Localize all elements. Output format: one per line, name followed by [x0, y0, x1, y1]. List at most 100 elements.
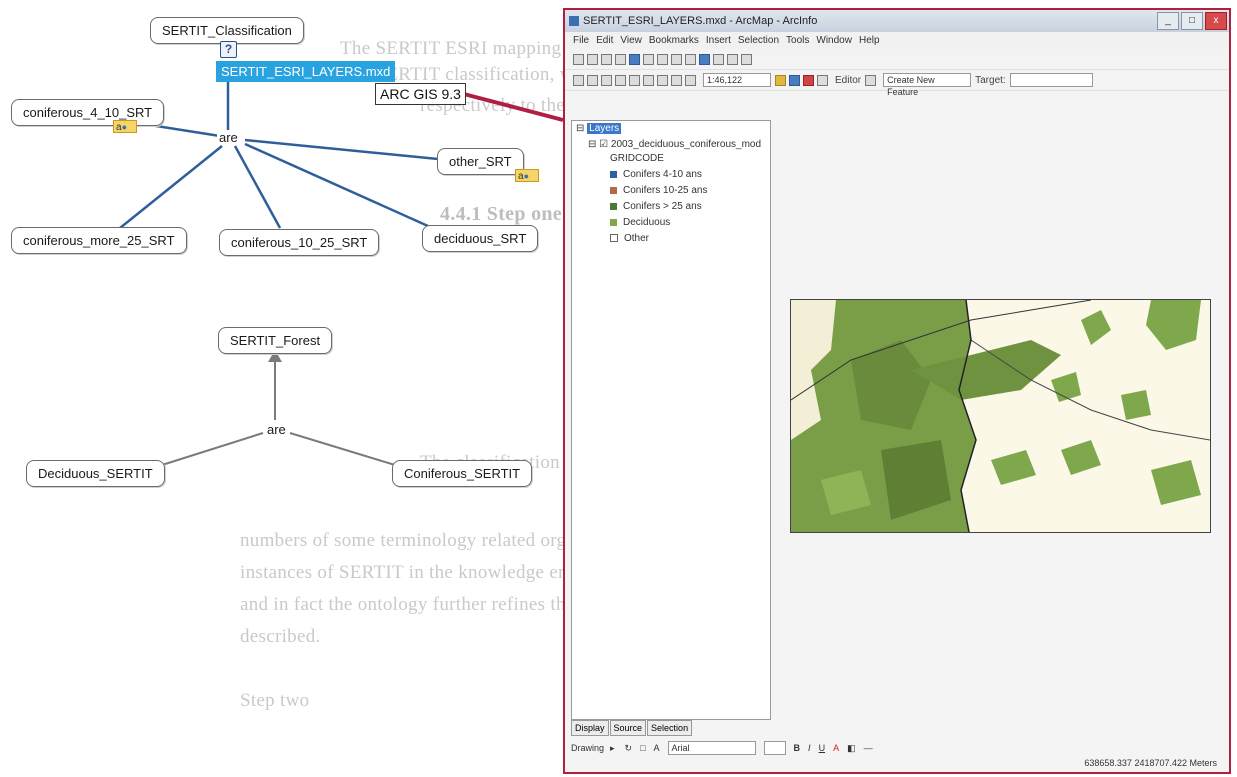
toc-layers-label[interactable]: Layers: [587, 123, 622, 134]
menu-bar: File Edit View Bookmarks Insert Selectio…: [565, 32, 1229, 49]
menu-help[interactable]: Help: [859, 35, 880, 46]
add-data-icon[interactable]: [685, 74, 696, 86]
underline-icon[interactable]: U: [819, 743, 826, 753]
land-cover-map: [791, 300, 1210, 532]
legend-item[interactable]: Deciduous: [610, 217, 670, 228]
find-icon[interactable]: [713, 53, 724, 65]
target-label: Target:: [975, 74, 1006, 86]
node-other[interactable]: other_SRT: [437, 148, 524, 175]
maximize-button[interactable]: □: [1181, 12, 1203, 30]
link-label-are: are: [217, 130, 240, 145]
legend-item[interactable]: Other: [610, 233, 649, 244]
menu-tools[interactable]: Tools: [786, 35, 809, 46]
zoom-out-icon[interactable]: [587, 53, 598, 65]
zoom-in-icon[interactable]: [573, 53, 584, 65]
new-icon[interactable]: [573, 74, 584, 86]
legend-swatch: [610, 202, 617, 210]
italic-icon[interactable]: I: [808, 743, 811, 753]
toc-root[interactable]: ⊟ Layers: [576, 123, 622, 134]
resource-icon[interactable]: a●: [515, 169, 539, 182]
globe-icon[interactable]: [629, 53, 640, 65]
hyperlink-icon[interactable]: [741, 53, 752, 65]
app-icon: [569, 16, 579, 26]
help-icon[interactable]: ?: [220, 41, 237, 58]
legend-label: Conifers > 25 ans: [623, 201, 702, 212]
menu-bookmarks[interactable]: Bookmarks: [649, 35, 699, 46]
font-size-combo[interactable]: [763, 741, 786, 755]
select-features-icon[interactable]: [671, 53, 682, 65]
legend-label: Conifers 4-10 ans: [623, 169, 702, 180]
forest-node[interactable]: SERTIT_Forest: [218, 327, 333, 354]
resource-icon[interactable]: a●: [113, 120, 137, 133]
menu-window[interactable]: Window: [816, 35, 852, 46]
sketch-tool-icon[interactable]: [865, 74, 877, 86]
editor-menu[interactable]: Editor: [835, 75, 861, 86]
legend-item[interactable]: Conifers 4-10 ans: [610, 169, 702, 180]
menu-view[interactable]: View: [620, 35, 642, 46]
target-combo[interactable]: [1009, 73, 1093, 87]
menu-insert[interactable]: Insert: [706, 35, 731, 46]
legend-label: Deciduous: [623, 217, 671, 228]
fill-color-icon[interactable]: ◧: [847, 743, 856, 754]
drawing-menu[interactable]: Drawing: [571, 743, 604, 753]
tab-display[interactable]: Display: [571, 720, 609, 736]
arctoolbox-icon[interactable]: [789, 74, 800, 86]
minimize-button[interactable]: _: [1157, 12, 1179, 30]
legend-item[interactable]: Conifers > 25 ans: [610, 201, 702, 212]
rotate-icon[interactable]: ↻: [625, 743, 633, 754]
tab-selection[interactable]: Selection: [647, 720, 693, 736]
bold-icon[interactable]: B: [794, 743, 801, 753]
map-display[interactable]: [790, 299, 1211, 533]
classification-node[interactable]: SERTIT_Classification: [150, 17, 304, 44]
rectangle-icon[interactable]: □: [640, 743, 645, 753]
node-coniferous-sertit[interactable]: Coniferous_SERTIT: [392, 460, 533, 487]
measure-icon[interactable]: [727, 53, 738, 65]
node-deciduous[interactable]: deciduous_SRT: [422, 225, 539, 252]
window-title: SERTIT_ESRI_LAYERS.mxd - ArcMap - ArcInf…: [583, 15, 818, 27]
node-coniferous-more-25[interactable]: coniferous_more_25_SRT: [11, 227, 187, 254]
tools-toolbar: [565, 49, 1229, 70]
close-button[interactable]: x: [1205, 12, 1227, 30]
menu-edit[interactable]: Edit: [596, 35, 613, 46]
menu-file[interactable]: File: [573, 35, 589, 46]
selected-resource-label[interactable]: SERTIT_ESRI_LAYERS.mxd: [216, 61, 396, 82]
legend-swatch: [610, 186, 617, 194]
font-color-icon[interactable]: A: [833, 743, 839, 753]
menu-selection[interactable]: Selection: [738, 35, 779, 46]
node-coniferous-4-10[interactable]: coniferous_4_10_SRT: [11, 99, 165, 126]
forward-icon[interactable]: [657, 53, 668, 65]
identify-icon[interactable]: [699, 53, 710, 65]
node-coniferous-10-25[interactable]: coniferous_10_25_SRT: [219, 229, 380, 256]
editor-toolbar-icon[interactable]: [775, 74, 786, 86]
legend-label: Conifers 10-25 ans: [623, 185, 708, 196]
delete-icon[interactable]: [671, 74, 682, 86]
legend-swatch: [610, 218, 617, 226]
text-icon[interactable]: A: [654, 743, 660, 753]
select-elements-icon[interactable]: ▸: [610, 743, 615, 754]
print-icon[interactable]: [615, 74, 626, 86]
toc-field-name: GRIDCODE: [610, 153, 664, 164]
cut-icon[interactable]: [629, 74, 640, 86]
pan-icon[interactable]: [615, 53, 626, 65]
map-scale-combo[interactable]: 1:46,122: [703, 73, 771, 87]
node-deciduous-sertit[interactable]: Deciduous_SERTIT: [26, 460, 165, 487]
paste-icon[interactable]: [657, 74, 668, 86]
copy-icon[interactable]: [643, 74, 654, 86]
open-icon[interactable]: [587, 74, 598, 86]
tab-source[interactable]: Source: [609, 720, 647, 736]
command-line-icon[interactable]: [803, 74, 814, 86]
save-icon[interactable]: [601, 74, 612, 86]
select-elements-icon[interactable]: [685, 53, 696, 65]
line-color-icon[interactable]: —: [864, 743, 873, 753]
font-combo[interactable]: Arial: [667, 741, 756, 755]
arcmap-window: SERTIT_ESRI_LAYERS.mxd - ArcMap - ArcInf…: [563, 8, 1231, 774]
back-icon[interactable]: [643, 53, 654, 65]
standard-toolbar: 1:46,122 Editor Create New Feature Targe…: [565, 70, 1229, 97]
task-combo[interactable]: Create New Feature: [883, 73, 972, 97]
toc-layer-dataset[interactable]: ⊟ ☑ 2003_deciduous_coniferous_mod: [588, 139, 761, 150]
legend-item[interactable]: Conifers 10-25 ans: [610, 185, 708, 196]
toc-layer-name: 2003_deciduous_coniferous_mod: [610, 139, 762, 150]
toc-tabs: Display Source Selection: [571, 720, 693, 736]
fixed-zoom-icon[interactable]: [601, 53, 612, 65]
whats-this-icon[interactable]: [817, 74, 828, 86]
